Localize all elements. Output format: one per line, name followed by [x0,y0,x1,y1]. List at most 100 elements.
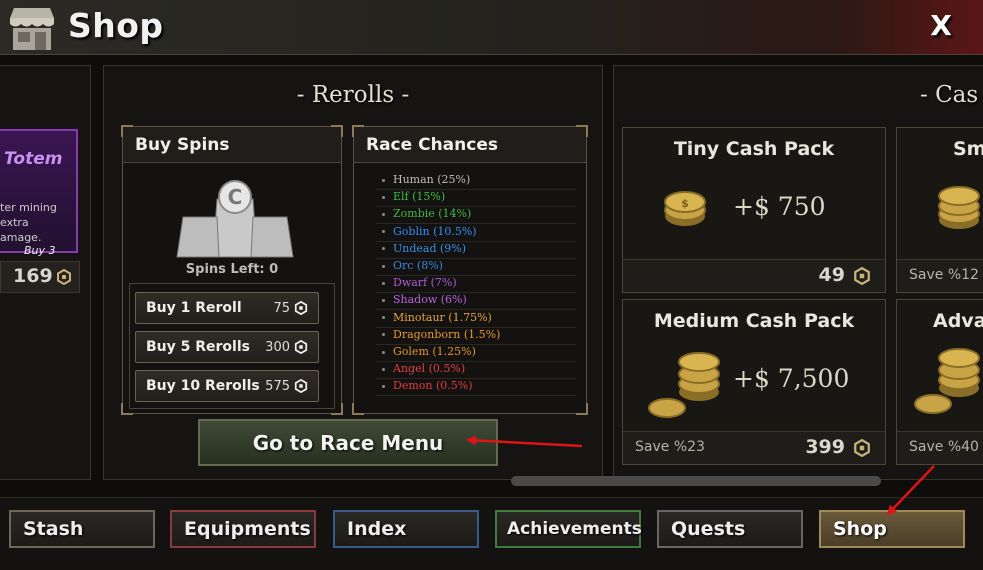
race-chance-item: Goblin (10.5%) [382,225,477,242]
race-chance-label: Orc (8%) [393,259,443,272]
rerolls-heading: - Rerolls - [296,82,410,108]
pack-save: Save %40 [909,439,979,455]
race-chance-label: Minotaur (1.75%) [393,310,492,324]
cash-pack-card[interactable]: Sm Save %12 [896,127,983,293]
robux-icon [854,267,870,285]
race-chance-label: Shadow (6%) [393,293,467,307]
race-chance-item: Orc (8%) [382,259,443,276]
race-chance-item: Elf (15%) [382,190,445,207]
totem-card[interactable]: Totem ter mining extra amage. Buy 3 [0,129,78,257]
race-chance-item: Zombie (14%) [382,207,471,224]
totem-price-bar[interactable]: 169 [0,261,80,293]
bullet-icon [382,350,385,354]
svg-text:C: C [228,185,243,209]
bullet-icon [382,264,385,268]
coin-stack-icon [914,348,980,414]
race-chance-label: Angel (0.5%) [393,362,466,376]
bullet-icon [382,333,385,337]
coin-stack-icon [648,352,720,418]
bullet-icon [382,298,385,302]
race-chance-label: Elf (15%) [393,190,446,204]
race-chance-item: Dragonborn (1.5%) [382,328,500,345]
robux-icon [854,439,870,457]
tab-quests[interactable]: Quests [657,510,803,548]
pack-amount: +$ 750 [733,192,826,221]
totem-desc-2: extra [0,216,29,229]
race-chance-item: Dwarf (7%) [382,276,457,293]
tab-shop[interactable]: Shop [819,510,965,548]
race-chance-item: Golem (1.25%) [382,345,476,362]
robux-icon [57,269,71,285]
bullet-icon [382,367,385,371]
shop-stall-icon [10,8,54,50]
buy-5-rerolls-button[interactable]: Buy 5 Rerolls 300 [135,331,319,363]
cash-pack-card[interactable]: Tiny Cash Pack $ +$ 750 49 [622,127,886,293]
robux-icon [294,379,308,393]
bullet-icon [382,212,385,216]
cash-pack-card[interactable]: Medium Cash Pack +$ 7,500 Save %23 399 [622,299,886,465]
coin-stack-icon: $ [664,191,706,226]
go-to-race-menu-button[interactable]: Go to Race Menu [198,419,498,466]
bullet-icon [382,230,385,234]
bullet-icon [382,195,385,199]
bullet-icon [382,384,385,388]
robux-icon [294,340,308,354]
bullet-icon [382,247,385,251]
tab-achievements[interactable]: Achievements [495,510,642,548]
race-chance-item: Human (25%) [382,173,470,190]
race-chance-label: Dwarf (7%) [393,276,457,290]
totem-buy-label: Buy 3 [24,244,56,257]
race-chance-item: Minotaur (1.75%) [382,311,492,328]
svg-text:$: $ [681,197,689,210]
rerolls-panel: - Rerolls - Buy Spins C Spins Left: 0 Bu… [103,65,603,480]
buy-spins-box: Buy Spins C Spins Left: 0 Buy 1 Reroll 7… [121,125,343,415]
pack-footer: Save %23 399 [623,431,885,464]
pack-footer: 49 [623,259,885,292]
race-chance-label: Undead (9%) [393,241,467,255]
spins-left: Spins Left: 0 [185,262,279,277]
bullet-icon [382,316,385,320]
race-list: Human (25%) Elf (15%) Zombie (14%) Goblin (… [354,127,586,413]
coin-stack-icon [938,186,980,229]
race-chance-item: Angel (0.5%) [382,362,465,379]
bullet-icon [382,281,385,285]
close-button[interactable]: X [926,10,956,42]
tab-equipments[interactable]: Equipments [170,510,316,548]
pack-amount: +$ 7,500 [733,364,850,393]
cash-panel: - Cas Tiny Cash Pack $ +$ 750 49 Sm Save… [613,65,983,480]
totem-price: 169 [13,265,53,287]
robux-icon [294,301,308,315]
totem-desc-1: ter mining [0,201,57,214]
totem-desc-3: amage. [0,231,42,244]
cash-heading: - Cas [920,82,979,108]
podium-icon: C [176,180,294,258]
horizontal-scrollbar[interactable] [511,476,881,486]
pack-save: Save %12 [909,267,979,283]
pack-price: 399 [805,436,845,458]
race-chance-item: Demon (0.5%) [382,379,473,396]
race-chance-label: Dragonborn (1.5%) [393,327,501,341]
race-chance-item: Undead (9%) [382,242,466,259]
race-chances-box: Race Chances Human (25%) Elf (15%) Zombie … [352,125,588,415]
race-chance-label: Zombie (14%) [393,207,472,221]
race-chance-label: Goblin (10.5%) [393,224,477,238]
pack-price: 49 [818,264,845,286]
go-to-race-menu-label: Go to Race Menu [252,431,444,455]
race-chance-label: Demon (0.5%) [393,379,473,393]
race-chance-label: Human (25%) [393,173,471,186]
buy-1-reroll-button[interactable]: Buy 1 Reroll 75 [135,292,319,324]
pack-footer: Save %40 [897,431,983,464]
buy-10-rerolls-button[interactable]: Buy 10 Rerolls 575 [135,370,319,402]
buy-spins-title: Buy Spins [123,127,341,163]
tab-index[interactable]: Index [333,510,479,548]
top-bar: Shop X [0,0,983,55]
page-title: Shop [68,6,164,45]
totem-title: Totem [4,149,63,169]
bullet-icon [382,178,385,182]
tab-stash[interactable]: Stash [9,510,155,548]
pack-save: Save %23 [635,439,705,455]
race-chance-item: Shadow (6%) [382,293,467,310]
cash-pack-card[interactable]: Adva Save %40 [896,299,983,465]
pack-footer: Save %12 [897,259,983,292]
left-panel: Totem ter mining extra amage. Buy 3 169 [0,65,91,480]
